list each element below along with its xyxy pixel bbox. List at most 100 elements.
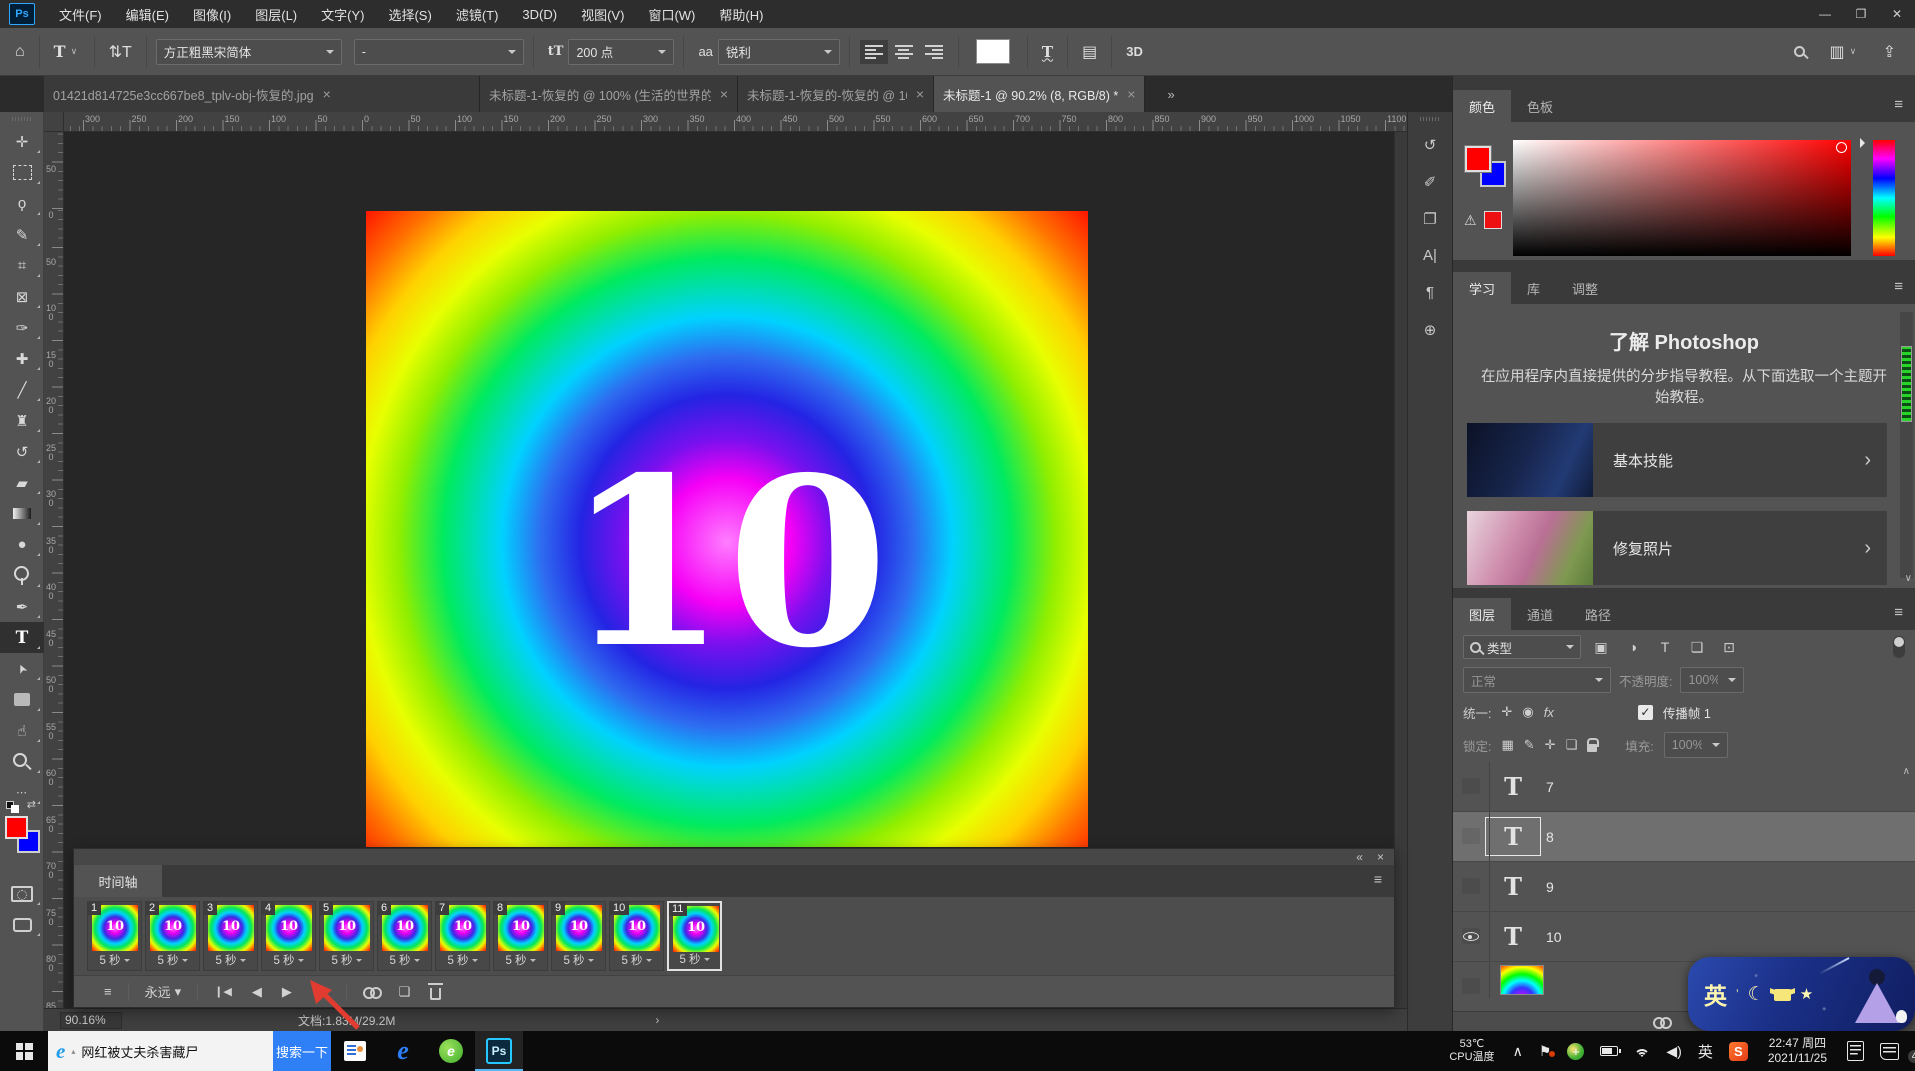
timeline-frame[interactable]: 10 10 5 秒 — [609, 901, 664, 971]
previous-frame-button[interactable]: ◀ — [242, 984, 272, 1000]
panel-menu-icon[interactable]: ≡ — [1894, 90, 1915, 122]
tray-expand-icon[interactable]: ∧ — [1505, 1043, 1531, 1060]
panel-menu-icon[interactable]: ≡ — [1894, 598, 1915, 630]
text-orientation-icon[interactable]: ⇅T — [104, 42, 137, 62]
ime-language-mode[interactable]: 英 — [1704, 977, 1727, 1011]
unify-style-icon[interactable]: fx — [1544, 705, 1554, 720]
visibility-gutter[interactable] — [1453, 862, 1490, 911]
taskbar-app-photoshop[interactable]: Ps — [475, 1031, 523, 1071]
wifi-icon[interactable] — [1626, 1045, 1658, 1057]
share-icon[interactable]: ⇪ — [1878, 42, 1901, 62]
visibility-gutter[interactable] — [1453, 912, 1490, 961]
visibility-gutter[interactable] — [1453, 762, 1490, 811]
canvas-text-layer[interactable]: 10 — [566, 447, 889, 679]
dodge-tool[interactable] — [0, 560, 44, 591]
character-panel-icon[interactable]: A| — [1408, 237, 1452, 274]
paragraph-panel-icon[interactable]: ¶ — [1408, 274, 1452, 311]
timeline-frame[interactable]: 8 10 5 秒 — [493, 901, 548, 971]
propagate-frame-checkbox[interactable]: ✓ — [1638, 705, 1653, 720]
quick-selection-tool[interactable]: ✎ — [0, 219, 44, 250]
taskbar-app-document[interactable] — [331, 1031, 379, 1071]
swap-colors-icon[interactable]: ⇄ — [27, 798, 36, 811]
cpu-temperature[interactable]: 53℃ CPU温度 — [1439, 1038, 1504, 1064]
layer-row[interactable]: T 10 — [1453, 912, 1915, 962]
screen-mode-button[interactable] — [0, 909, 44, 940]
loop-selector[interactable]: 永远▾ — [135, 982, 192, 1001]
chevron-down-icon[interactable]: ∨ — [71, 46, 85, 57]
tab-close-icon[interactable]: × — [916, 86, 924, 102]
font-size-select[interactable]: 200 点 — [568, 39, 674, 65]
visibility-gutter[interactable] — [1453, 962, 1490, 998]
play-button[interactable]: ▶ — [272, 984, 302, 1000]
ime-skin-icon[interactable] — [1774, 989, 1791, 1001]
fill-select[interactable]: 100% — [1664, 732, 1728, 758]
scrollbar-thumb[interactable] — [1901, 346, 1912, 422]
menu-item[interactable]: 滤镜(T) — [444, 0, 511, 28]
panel-tab[interactable]: 图层 — [1453, 598, 1511, 630]
filter-adjustment-layers-icon[interactable]: ◑ — [1621, 639, 1645, 655]
panel-tab[interactable]: 调整 — [1556, 272, 1614, 304]
frame-duration-select[interactable]: 5 秒 — [146, 952, 199, 968]
menu-item[interactable]: 图层(L) — [243, 0, 309, 28]
unify-position-icon[interactable]: ✛ — [1501, 704, 1512, 720]
menu-item[interactable]: 窗口(W) — [636, 0, 707, 28]
align-right-button[interactable] — [925, 45, 943, 59]
anti-alias-select[interactable]: 锐利 — [718, 39, 840, 65]
document-tab[interactable]: 未标题-1 @ 90.2% (8, RGB/8) * × — [934, 76, 1145, 112]
search-dropdown-icon[interactable]: ▴ — [71, 1047, 75, 1056]
marquee-tool[interactable] — [0, 157, 44, 188]
layer-row[interactable]: T 7 — [1453, 762, 1915, 812]
glyphs-panel-icon[interactable]: ⊕ — [1408, 311, 1452, 348]
tab-close-icon[interactable]: × — [1127, 86, 1135, 102]
start-button[interactable] — [0, 1031, 48, 1071]
vertical-ruler[interactable]: 5005010015020025030035040045050055060065… — [44, 132, 64, 1008]
zoom-level-field[interactable]: 90.16% — [60, 1012, 122, 1029]
timeline-frame[interactable]: 5 10 5 秒 — [319, 901, 374, 971]
gamut-warning-swatch[interactable] — [1484, 211, 1502, 229]
antivirus-icon[interactable]: + — [1559, 1043, 1592, 1060]
align-center-button[interactable] — [895, 45, 913, 59]
frame-duration-select[interactable]: 5 秒 — [610, 952, 663, 968]
chevron-down-icon[interactable]: ∨ — [1850, 46, 1864, 57]
shape-tool[interactable] — [0, 684, 44, 715]
align-left-button[interactable] — [865, 45, 883, 59]
taskbar-app-edge[interactable]: e — [379, 1031, 427, 1071]
strip-grip[interactable] — [1420, 115, 1440, 123]
new-frame-button[interactable]: ❏ — [389, 984, 421, 1000]
maximize-button[interactable]: ❐ — [1843, 0, 1879, 28]
learn-card[interactable]: 修复照片 › — [1467, 511, 1887, 585]
first-frame-button[interactable]: ❙◀ — [204, 985, 242, 998]
convert-to-video-timeline-icon[interactable]: ≡ — [94, 984, 122, 999]
tab-close-icon[interactable]: × — [323, 86, 331, 102]
frame-duration-select[interactable]: 5 秒 — [262, 952, 315, 968]
document-tab[interactable]: 01421d814725e3cc667be8_tplv-obj-恢复的.jpg … — [44, 76, 480, 112]
lock-all-icon[interactable] — [1587, 744, 1597, 752]
brush-settings-panel-icon[interactable]: ✐ — [1408, 163, 1452, 200]
timeline-tab[interactable]: 时间轴 — [74, 865, 162, 897]
toolbar-grip[interactable] — [12, 115, 31, 123]
toggle-panels-icon[interactable]: ▤ — [1077, 42, 1102, 62]
panel-tab[interactable]: 库 — [1511, 272, 1556, 304]
menu-item[interactable]: 编辑(E) — [114, 0, 181, 28]
hue-slider[interactable] — [1873, 140, 1895, 256]
lasso-tool[interactable]: ϙ — [0, 188, 44, 219]
warp-text-icon[interactable]: T — [1037, 43, 1058, 61]
frame-duration-select[interactable]: 5 秒 — [552, 952, 605, 968]
timeline-frame[interactable]: 9 10 5 秒 — [551, 901, 606, 971]
learn-card[interactable]: 基本技能 › — [1467, 423, 1887, 497]
search-icon[interactable] — [1789, 46, 1810, 57]
font-family-select[interactable]: 方正粗黑宋简体 — [156, 39, 342, 65]
gamut-warning-icon[interactable]: ⚠ — [1464, 212, 1477, 229]
menu-item[interactable]: 3D(D) — [510, 0, 569, 28]
ime-toolbar[interactable]: 英 ’ ☾ ★ — [1688, 957, 1915, 1031]
timeline-menu-icon[interactable]: ≡ — [1362, 865, 1394, 897]
workspace-icon[interactable]: ▥ — [1824, 42, 1849, 62]
scroll-down-icon[interactable]: ∨ — [1905, 573, 1912, 584]
menu-item[interactable]: 文字(Y) — [309, 0, 376, 28]
delete-frame-button[interactable] — [420, 984, 451, 1000]
taskbar-search-input[interactable] — [81, 1044, 219, 1059]
quick-mask-button[interactable] — [0, 878, 44, 909]
unify-visibility-icon[interactable]: ◉ — [1522, 704, 1533, 720]
journal-icon[interactable] — [1839, 1041, 1872, 1061]
pen-tool[interactable]: ✒ — [0, 591, 44, 622]
